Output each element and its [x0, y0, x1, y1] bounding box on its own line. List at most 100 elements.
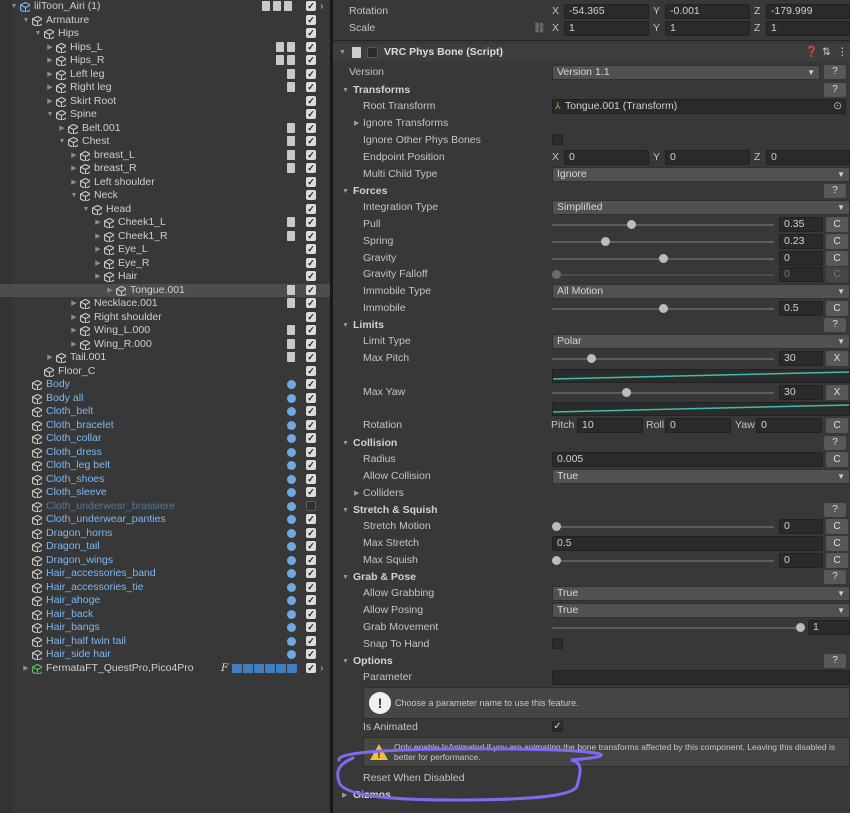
spring-slider-handle[interactable] — [601, 237, 610, 246]
is-animated-checkbox[interactable]: ✓ — [552, 721, 563, 732]
active-checkbox[interactable]: ✓ — [306, 662, 316, 673]
active-checkbox[interactable]: ✓ — [306, 541, 316, 551]
object-picker-icon[interactable]: ⊙ — [833, 100, 842, 113]
active-checkbox[interactable]: ✓ — [306, 284, 316, 295]
active-checkbox[interactable]: ✓ — [306, 473, 316, 484]
fold-arrow-right-icon[interactable]: ▶ — [70, 311, 78, 325]
fold-arrow-right-icon[interactable]: ▶ — [70, 297, 78, 311]
active-checkbox[interactable]: ✓ — [306, 244, 316, 254]
active-checkbox[interactable]: ✓ — [306, 325, 316, 335]
hierarchy-row[interactable]: Hair_back ✓ — [0, 608, 330, 622]
fold-arrow-right-icon[interactable]: ▶ — [94, 216, 102, 230]
row-chevron-icon[interactable]: › — [320, 0, 324, 14]
immobile-type-dropdown[interactable]: All Motion ▼ — [552, 284, 850, 299]
hierarchy-row[interactable]: Cloth_dress ✓ — [0, 446, 330, 460]
hierarchy-row[interactable]: ▶ Left leg ✓ — [0, 68, 330, 82]
hierarchy-row[interactable]: Cloth_leg belt ✓ — [0, 459, 330, 473]
endpoint-z-field[interactable]: 0 — [766, 150, 850, 165]
colliders-row[interactable]: ▶ Colliders — [333, 485, 850, 502]
section-transforms[interactable]: ▼ Transforms ? — [333, 82, 850, 99]
hierarchy-row[interactable]: Dragon_tail ✓ — [0, 540, 330, 554]
fold-arrow-right-icon[interactable]: ▶ — [94, 270, 102, 284]
help-button[interactable]: ? — [824, 318, 846, 332]
preset-icon[interactable]: ⇅ — [822, 44, 831, 61]
max-squish-slider-track[interactable] — [552, 560, 774, 562]
gravity-field[interactable]: 0 — [779, 251, 823, 266]
active-checkbox[interactable]: ✓ — [306, 446, 316, 457]
hierarchy-row[interactable]: ▼ lilToon_Airi (1) ✓ › — [0, 0, 330, 14]
active-checkbox[interactable]: ✓ — [306, 95, 316, 106]
fold-arrow-right-icon[interactable]: ▶ — [70, 338, 78, 352]
fold-arrow-right-icon[interactable]: ▶ — [70, 149, 78, 163]
hierarchy-row[interactable]: ▶ breast_R ✓ — [0, 162, 330, 176]
ignore-transforms-row[interactable]: ▶ Ignore Transforms — [333, 115, 850, 132]
pull-field[interactable]: 0.35 — [779, 217, 823, 232]
hierarchy-row[interactable]: ▶ Cheek1_R ✓ — [0, 230, 330, 244]
hierarchy-row[interactable]: ▼ Hips ✓ — [0, 27, 330, 41]
hierarchy-row[interactable]: Cloth_underwear_brassiere — [0, 500, 330, 514]
hierarchy-row[interactable]: ▶ Cheek1_L ✓ — [0, 216, 330, 230]
fold-arrow-right-icon[interactable]: ▶ — [46, 95, 54, 109]
active-checkbox[interactable]: ✓ — [306, 203, 316, 214]
fold-arrow-right-icon[interactable]: ▶ — [94, 257, 102, 271]
hierarchy-row[interactable]: Body all ✓ — [0, 392, 330, 406]
hierarchy-row[interactable]: ▼ Neck ✓ — [0, 189, 330, 203]
snap-to-hand-checkbox[interactable] — [552, 638, 563, 649]
hierarchy-row[interactable]: ▶ Tail.001 ✓ — [0, 351, 330, 365]
active-checkbox[interactable]: ✓ — [306, 41, 316, 52]
fold-arrow-right-icon[interactable]: ▶ — [46, 81, 54, 95]
fold-arrow-right-icon[interactable]: ▶ — [46, 41, 54, 55]
fold-arrow-down-icon[interactable]: ▼ — [46, 108, 54, 122]
gravity-curve-button[interactable]: C — [826, 251, 848, 266]
active-checkbox[interactable]: ✓ — [306, 298, 316, 308]
fold-arrow-right-icon[interactable]: ▶ — [58, 122, 66, 136]
active-checkbox[interactable]: ✓ — [306, 487, 316, 497]
active-checkbox[interactable]: ✓ — [306, 136, 316, 146]
help-button[interactable]: ? — [824, 503, 846, 517]
ignore-other-checkbox[interactable] — [552, 134, 563, 145]
fold-arrow-icon[interactable]: ▼ — [339, 44, 346, 61]
pull-curve-button[interactable]: C — [826, 217, 848, 232]
fold-arrow-down-icon[interactable]: ▼ — [22, 14, 30, 28]
stretch-motion-slider-track[interactable] — [552, 526, 774, 528]
rotation-z-field[interactable]: -179.999 — [766, 4, 850, 19]
yaw-field[interactable]: 0 — [756, 418, 822, 433]
spring-field[interactable]: 0.23 — [779, 234, 823, 249]
parameter-field[interactable] — [552, 670, 850, 685]
section-forces[interactable]: ▼ Forces ? — [333, 183, 850, 200]
active-checkbox[interactable]: ✓ — [306, 163, 316, 173]
active-checkbox[interactable]: ✓ — [306, 568, 316, 578]
help-button[interactable]: ? — [824, 184, 846, 198]
allow-posing-dropdown[interactable]: True ▼ — [552, 603, 850, 618]
active-checkbox[interactable]: ✓ — [306, 122, 316, 133]
active-checkbox[interactable]: ✓ — [306, 433, 316, 443]
help-button[interactable]: ? — [824, 570, 846, 584]
roll-field[interactable]: 0 — [665, 418, 731, 433]
fold-arrow-down-icon[interactable]: ▼ — [70, 189, 78, 203]
allow-collision-dropdown[interactable]: True ▼ — [552, 469, 850, 484]
hierarchy-row[interactable]: ▶ Right leg ✓ — [0, 81, 330, 95]
active-checkbox[interactable]: ✓ — [306, 514, 316, 524]
max-pitch-curve[interactable] — [552, 369, 850, 383]
active-checkbox[interactable]: ✓ — [306, 257, 316, 268]
radius-field[interactable]: 0.005 — [552, 452, 823, 467]
endpoint-x-field[interactable]: 0 — [564, 150, 649, 165]
hierarchy-row[interactable]: ▶ Necklace.001 ✓ — [0, 297, 330, 311]
hierarchy-row[interactable]: ▶ Right shoulder ✓ — [0, 311, 330, 325]
hierarchy-row[interactable]: Floor_C ✓ — [0, 365, 330, 379]
endpoint-y-field[interactable]: 0 — [665, 150, 750, 165]
radius-curve-button[interactable]: C — [826, 452, 848, 467]
active-checkbox[interactable]: ✓ — [306, 176, 316, 187]
root-transform-field[interactable]: ⅄ Tongue.001 (Transform) ⊙ — [552, 99, 846, 114]
max-pitch-field[interactable]: 30 — [779, 351, 823, 366]
rotation-x-field[interactable]: -54.365 — [564, 4, 649, 19]
fold-arrow-right-icon[interactable]: ▶ — [94, 243, 102, 257]
hierarchy-row[interactable]: Cloth_underwear_panties ✓ — [0, 513, 330, 527]
hierarchy-row[interactable]: ▶ Eye_R ✓ — [0, 257, 330, 271]
hierarchy-row[interactable]: Cloth_bracelet ✓ — [0, 419, 330, 433]
active-checkbox[interactable]: ✓ — [306, 527, 316, 538]
hierarchy-row[interactable]: ▶ Left shoulder ✓ — [0, 176, 330, 190]
hierarchy-row[interactable]: Hair_accessories_tie ✓ — [0, 581, 330, 595]
fold-arrow-right-icon[interactable]: ▶ — [46, 351, 54, 365]
hierarchy-row[interactable]: Hair_bangs ✓ — [0, 621, 330, 635]
